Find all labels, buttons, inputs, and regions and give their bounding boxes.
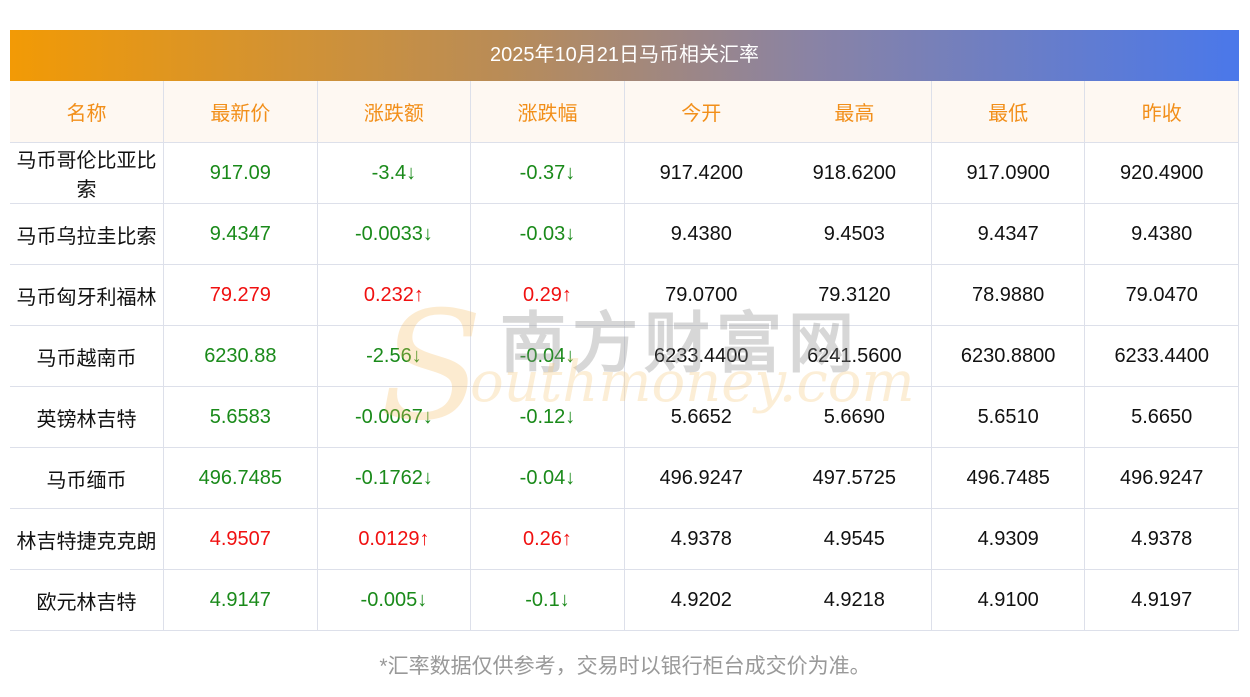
- col-low: 最低: [931, 81, 1086, 143]
- cell-price: 9.4347: [163, 203, 318, 265]
- col-name: 名称: [10, 81, 165, 143]
- page-title: 2025年10月21日马币相关汇率: [10, 30, 1239, 81]
- cell-name: 英镑林吉特: [10, 386, 165, 448]
- cell-price: 4.9507: [163, 508, 318, 570]
- cell-price: 79.279: [163, 264, 318, 326]
- rates-table: 名称 最新价 涨跌额 涨跌幅 今开 最高 最低 昨收 马币哥伦比亚比索 917.0…: [10, 81, 1239, 631]
- cell-low: 6230.8800: [931, 325, 1086, 387]
- cell-name: 马币越南币: [10, 325, 165, 387]
- cell-name: 马币缅币: [10, 447, 165, 509]
- cell-low: 496.7485: [931, 447, 1086, 509]
- cell-low: 4.9309: [931, 508, 1086, 570]
- cell-prev: 496.9247: [1084, 447, 1239, 509]
- table-header: 名称 最新价 涨跌额 涨跌幅 今开 最高 最低 昨收: [10, 81, 1239, 143]
- cell-change: -2.56↓: [317, 325, 472, 387]
- cell-open: 917.4200: [624, 142, 778, 204]
- cell-prev: 5.6650: [1084, 386, 1239, 448]
- cell-high: 497.5725: [777, 447, 932, 509]
- cell-name: 马币乌拉圭比索: [10, 203, 165, 265]
- cell-prev: 920.4900: [1084, 142, 1239, 204]
- cell-high: 918.6200: [777, 142, 932, 204]
- cell-price: 5.6583: [163, 386, 318, 448]
- cell-open: 79.0700: [624, 264, 778, 326]
- table-row: 欧元林吉特 4.9147 -0.005↓ -0.1↓ 4.9202 4.9218 4.910…: [10, 569, 1239, 631]
- cell-high: 9.4503: [777, 203, 932, 265]
- cell-pct: -0.03↓: [470, 203, 625, 265]
- col-pct: 涨跌幅: [470, 81, 625, 143]
- cell-pct: -0.1↓: [470, 569, 625, 631]
- col-open: 今开: [624, 81, 778, 143]
- cell-change: -0.0067↓: [317, 386, 472, 448]
- cell-low: 4.9100: [931, 569, 1086, 631]
- cell-high: 6241.5600: [777, 325, 932, 387]
- cell-pct: -0.37↓: [470, 142, 625, 204]
- cell-prev: 4.9378: [1084, 508, 1239, 570]
- table-row: 马币越南币 6230.88 -2.56↓ -0.04↓ 6233.4400 6241.56…: [10, 325, 1239, 387]
- cell-pct: -0.04↓: [470, 447, 625, 509]
- cell-price: 496.7485: [163, 447, 318, 509]
- col-change: 涨跌额: [317, 81, 472, 143]
- cell-pct: -0.04↓: [470, 325, 625, 387]
- cell-price: 4.9147: [163, 569, 318, 631]
- cell-high: 4.9545: [777, 508, 932, 570]
- table-row: 马币哥伦比亚比索 917.09 -3.4↓ -0.37↓ 917.4200 918.620…: [10, 142, 1239, 204]
- cell-prev: 4.9197: [1084, 569, 1239, 631]
- cell-low: 78.9880: [931, 264, 1086, 326]
- cell-change: -0.005↓: [317, 569, 472, 631]
- cell-prev: 9.4380: [1084, 203, 1239, 265]
- cell-open: 496.9247: [624, 447, 778, 509]
- footer-note: *汇率数据仅供参考，交易时以银行柜台成交价为准。: [379, 655, 871, 678]
- cell-price: 917.09: [163, 142, 318, 204]
- cell-change: 0.232↑: [317, 264, 472, 326]
- cell-prev: 6233.4400: [1084, 325, 1239, 387]
- table-row: 英镑林吉特 5.6583 -0.0067↓ -0.12↓ 5.6652 5.6690 5.6…: [10, 386, 1239, 448]
- cell-open: 5.6652: [624, 386, 778, 448]
- cell-price: 6230.88: [163, 325, 318, 387]
- cell-name: 欧元林吉特: [10, 569, 165, 631]
- cell-pct: -0.12↓: [470, 386, 625, 448]
- table-row: 马币乌拉圭比索 9.4347 -0.0033↓ -0.03↓ 9.4380 9.4503 9…: [10, 203, 1239, 265]
- cell-name: 林吉特捷克克朗: [10, 508, 165, 570]
- table-row: 马币缅币 496.7485 -0.1762↓ -0.04↓ 496.9247 497.57…: [10, 447, 1239, 509]
- col-high: 最高: [777, 81, 932, 143]
- cell-change: -0.1762↓: [317, 447, 472, 509]
- cell-high: 79.3120: [777, 264, 932, 326]
- cell-name: 马币哥伦比亚比索: [10, 142, 165, 204]
- cell-low: 917.0900: [931, 142, 1086, 204]
- table-row: 马币匈牙利福林 79.279 0.232↑ 0.29↑ 79.0700 79.3120 78…: [10, 264, 1239, 326]
- cell-name: 马币匈牙利福林: [10, 264, 165, 326]
- cell-high: 4.9218: [777, 569, 932, 631]
- cell-change: 0.0129↑: [317, 508, 472, 570]
- cell-open: 9.4380: [624, 203, 778, 265]
- cell-prev: 79.0470: [1084, 264, 1239, 326]
- col-prev: 昨收: [1084, 81, 1239, 143]
- cell-change: -0.0033↓: [317, 203, 472, 265]
- col-price: 最新价: [163, 81, 318, 143]
- cell-low: 9.4347: [931, 203, 1086, 265]
- table-row: 林吉特捷克克朗 4.9507 0.0129↑ 0.26↑ 4.9378 4.9545 4.9…: [10, 508, 1239, 570]
- cell-change: -3.4↓: [317, 142, 472, 204]
- cell-open: 6233.4400: [624, 325, 778, 387]
- cell-pct: 0.26↑: [470, 508, 625, 570]
- cell-open: 4.9202: [624, 569, 778, 631]
- cell-pct: 0.29↑: [470, 264, 625, 326]
- cell-high: 5.6690: [777, 386, 932, 448]
- cell-open: 4.9378: [624, 508, 778, 570]
- cell-low: 5.6510: [931, 386, 1086, 448]
